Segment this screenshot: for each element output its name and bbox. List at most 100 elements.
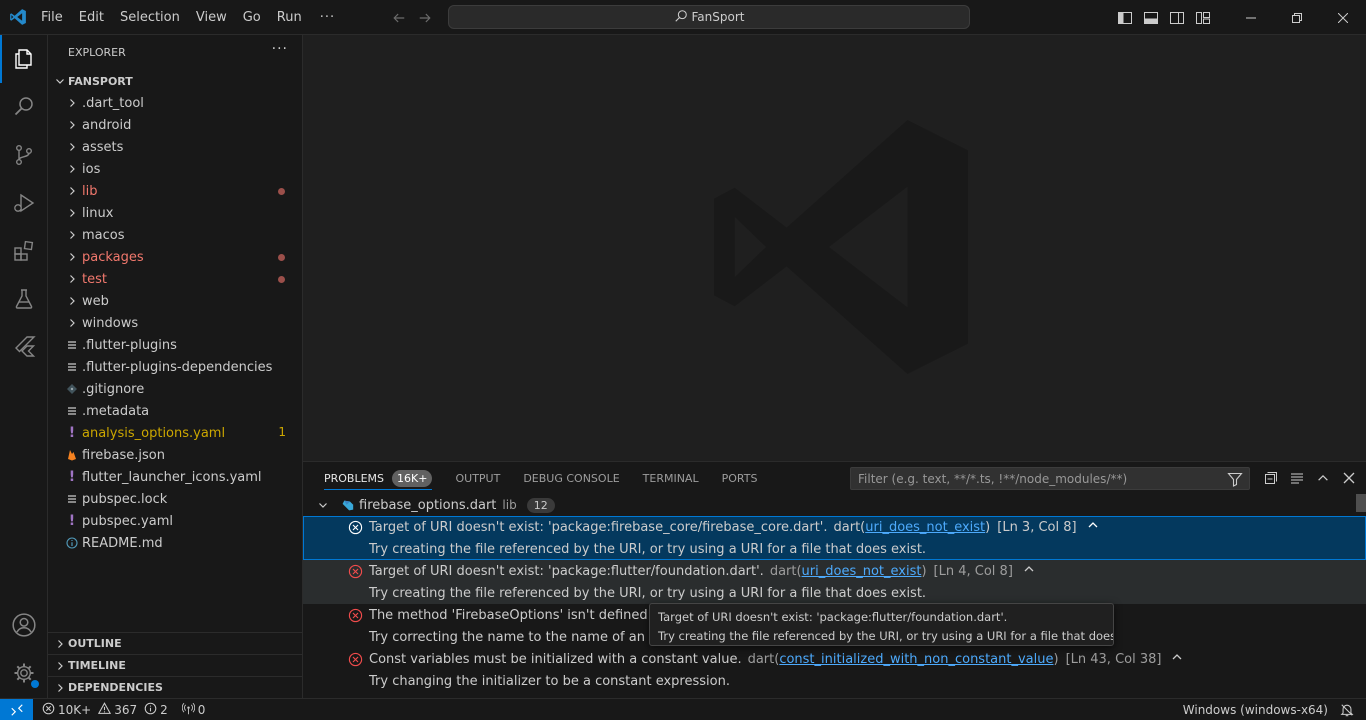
forward-arrow-icon[interactable] — [416, 11, 434, 25]
problem-item[interactable]: Target of URI doesn't exist: 'package:fl… — [303, 560, 1366, 604]
toggle-panel-icon[interactable] — [1138, 0, 1164, 35]
title-bar: File Edit Selection View Go Run ··· FanS… — [0, 0, 1366, 35]
tree-file[interactable]: firebase.json — [48, 444, 302, 466]
menu-edit[interactable]: Edit — [71, 0, 112, 35]
tree-file[interactable]: ! pubspec.yaml — [48, 510, 302, 532]
close-panel-icon[interactable] — [1336, 462, 1362, 494]
chevron-up-icon[interactable] — [1171, 651, 1183, 667]
problem-source: dart(uri_does_not_exist) — [834, 520, 991, 535]
filter-icon[interactable] — [1227, 471, 1243, 490]
lines-icon — [64, 361, 80, 373]
view-as-list-icon[interactable] — [1284, 462, 1310, 494]
tree-folder[interactable]: android — [48, 114, 302, 136]
customize-layout-icon[interactable] — [1190, 0, 1216, 35]
error-icon — [347, 651, 363, 667]
restore-button[interactable] — [1274, 0, 1320, 35]
tree-file[interactable]: .flutter-plugins — [48, 334, 302, 356]
problem-source: dart(uri_does_not_exist) — [770, 564, 927, 579]
toggle-secondary-sidebar-icon[interactable] — [1164, 0, 1190, 35]
tree-folder[interactable]: windows — [48, 312, 302, 334]
tab-debug-console[interactable]: DEBUG CONSOLE — [523, 462, 619, 494]
problem-code-link[interactable]: const_initialized_with_non_constant_valu… — [779, 652, 1053, 667]
tree-folder[interactable]: assets — [48, 136, 302, 158]
outline-section[interactable]: OUTLINE — [48, 632, 302, 654]
tree-item-label: flutter_launcher_icons.yaml — [82, 469, 262, 485]
tree-folder[interactable]: .dart_tool — [48, 92, 302, 114]
source-control-icon[interactable] — [0, 131, 48, 179]
problems-status[interactable]: 10K+ 367 2 — [42, 701, 168, 718]
testing-icon[interactable] — [0, 275, 48, 323]
problem-code-link[interactable]: uri_does_not_exist — [865, 520, 985, 535]
problem-location: [Ln 3, Col 8] — [997, 519, 1077, 535]
run-and-debug-icon[interactable] — [0, 179, 48, 227]
problems-scrollbar[interactable] — [1356, 494, 1366, 512]
dependencies-section[interactable]: DEPENDENCIES — [48, 676, 302, 698]
problem-source-prefix: dart( — [747, 651, 780, 667]
explorer-more-actions-button[interactable]: ··· — [272, 41, 288, 57]
tree-folder[interactable]: packages — [48, 246, 302, 268]
dependencies-label: DEPENDENCIES — [68, 681, 163, 694]
problem-hint: Try creating the file referenced by the … — [369, 585, 927, 601]
problem-code-link[interactable]: uri_does_not_exist — [802, 564, 922, 579]
notifications-bell-icon[interactable] — [1340, 703, 1354, 717]
remote-indicator-icon[interactable] — [0, 698, 33, 720]
tree-file[interactable]: ! analysis_options.yaml 1 — [48, 422, 302, 444]
explorer-icon[interactable] — [0, 35, 48, 83]
maximize-panel-icon[interactable] — [1310, 462, 1336, 494]
platform-status[interactable]: Windows (windows-x64) — [1183, 703, 1328, 717]
tree-file[interactable]: .gitignore — [48, 378, 302, 400]
firebase-icon — [64, 449, 80, 461]
menu-more-button[interactable]: ··· — [310, 0, 345, 35]
back-arrow-icon[interactable] — [390, 11, 408, 25]
tree-folder[interactable]: web — [48, 290, 302, 312]
manage-gear-icon[interactable] — [0, 649, 48, 697]
explorer-sidebar: EXPLORER ··· FANSPORT .dart_tool android a… — [48, 35, 303, 698]
chevron-down-icon — [52, 76, 68, 86]
tree-folder[interactable]: macos — [48, 224, 302, 246]
accounts-icon[interactable] — [0, 601, 48, 649]
tree-item-label: firebase.json — [82, 447, 165, 463]
tab-ports[interactable]: PORTS — [722, 462, 758, 494]
search-view-icon[interactable] — [0, 83, 48, 131]
problem-item[interactable]: Target of URI doesn't exist: 'package:fi… — [303, 516, 1366, 560]
tab-terminal[interactable]: TERMINAL — [643, 462, 699, 494]
chevron-up-icon[interactable] — [1023, 563, 1035, 579]
chevron-up-icon[interactable] — [1087, 519, 1099, 535]
problem-line: Const variables must be initialized with… — [303, 648, 1366, 670]
chevron-right-icon — [64, 120, 80, 130]
toggle-primary-sidebar-icon[interactable] — [1112, 0, 1138, 35]
tree-file[interactable]: .metadata — [48, 400, 302, 422]
problem-file-group[interactable]: firebase_options.dart lib 12 — [303, 494, 1366, 516]
tree-folder[interactable]: linux — [48, 202, 302, 224]
filter-placeholder: Filter (e.g. text, **/*.ts, !**/node_mod… — [858, 471, 1128, 486]
close-window-button[interactable] — [1320, 0, 1366, 35]
collapse-all-icon[interactable] — [1258, 462, 1284, 494]
problem-item[interactable]: Const variables must be initialized with… — [303, 648, 1366, 692]
tree-folder[interactable]: test — [48, 268, 302, 290]
tree-file[interactable]: .flutter-plugins-dependencies — [48, 356, 302, 378]
tab-problems[interactable]: PROBLEMS 16K+ — [324, 462, 433, 494]
warning-icon — [98, 701, 112, 718]
menu-view[interactable]: View — [188, 0, 235, 35]
panel-actions — [1258, 462, 1366, 494]
menu-file[interactable]: File — [35, 0, 71, 35]
tab-output[interactable]: OUTPUT — [455, 462, 500, 494]
menu-go[interactable]: Go — [235, 0, 269, 35]
flutter-icon[interactable] — [0, 323, 48, 371]
tree-folder[interactable]: lib — [48, 180, 302, 202]
tree-file[interactable]: pubspec.lock — [48, 488, 302, 510]
tree-folder[interactable]: ios — [48, 158, 302, 180]
ports-status[interactable]: 0 — [181, 702, 205, 718]
menu-run[interactable]: Run — [269, 0, 310, 35]
minimize-button[interactable] — [1228, 0, 1274, 35]
info-icon — [144, 702, 157, 718]
problems-filter-input[interactable]: Filter (e.g. text, **/*.ts, !**/node_mod… — [850, 467, 1250, 490]
tree-file[interactable]: ! flutter_launcher_icons.yaml — [48, 466, 302, 488]
extensions-icon[interactable] — [0, 227, 48, 275]
timeline-section[interactable]: TIMELINE — [48, 654, 302, 676]
menu-selection[interactable]: Selection — [112, 0, 188, 35]
project-folder-header[interactable]: FANSPORT — [48, 70, 302, 92]
command-center-search[interactable]: FanSport — [448, 5, 970, 29]
editor-area[interactable] — [303, 35, 1366, 461]
tree-file[interactable]: README.md — [48, 532, 302, 554]
